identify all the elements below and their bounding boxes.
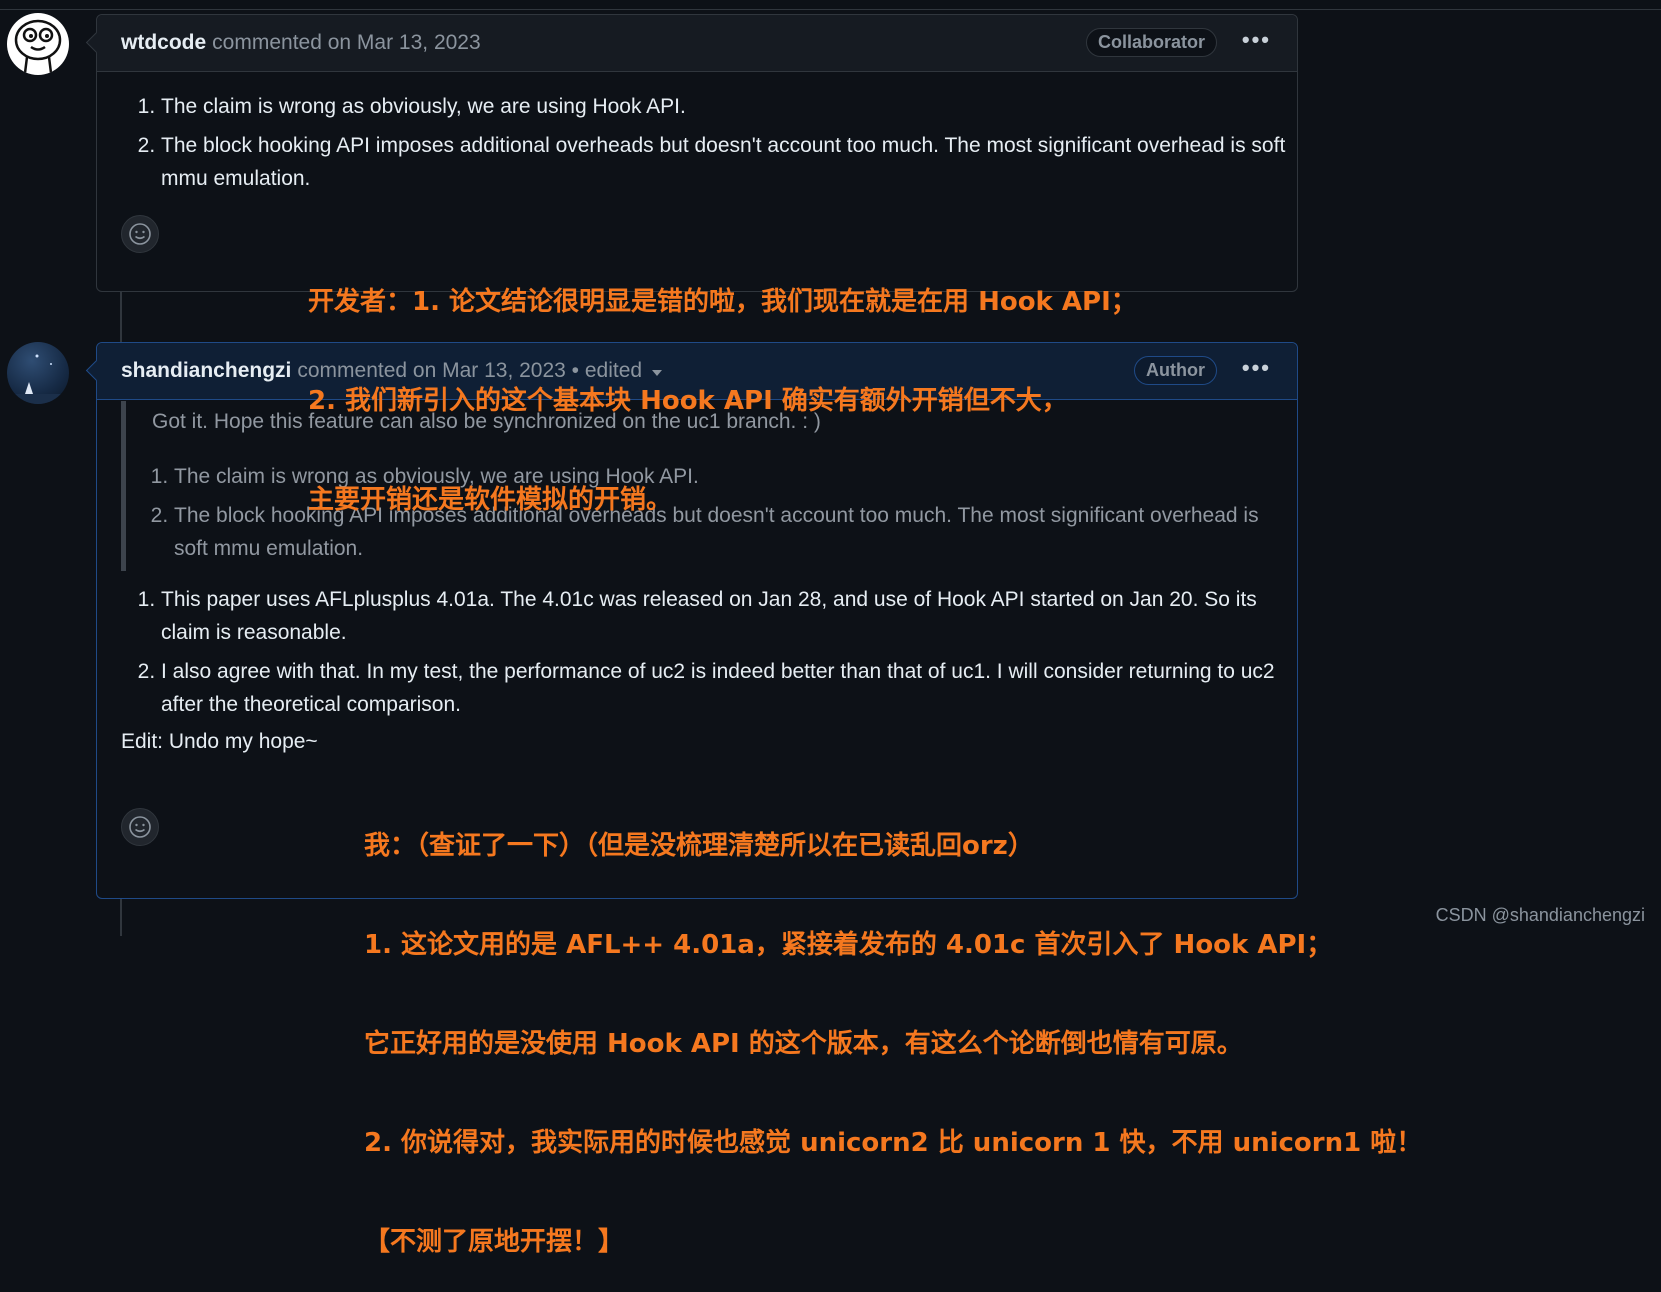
- timeline-connector: [120, 898, 122, 936]
- smiley-icon: [129, 223, 151, 245]
- role-badge: Author: [1134, 356, 1217, 385]
- add-reaction-button[interactable]: [121, 215, 159, 253]
- comment-header: wtdcode commented on Mar 13, 2023 Collab…: [97, 15, 1297, 72]
- avatar-wtdcode[interactable]: [7, 13, 69, 75]
- annotation-me: 我：（查证了一下）（但是没梳理清楚所以在已读乱回orz） 1. 这论文用的是 A…: [364, 764, 1422, 1292]
- annotation-line: 我：（查证了一下）（但是没梳理清楚所以在已读乱回orz）: [364, 831, 1034, 861]
- comment-meta[interactable]: commented on Mar 13, 2023: [212, 31, 481, 55]
- annotation-line: 2. 你说得对，我实际用的时候也感觉 unicorn2 比 unicorn 1 …: [364, 1128, 1423, 1158]
- comment-body-list: The claim is wrong as obviously, we are …: [121, 90, 1301, 201]
- edit-note: Edit: Undo my hope~: [121, 730, 318, 753]
- annotation-line: 【不测了原地开摆！】: [364, 1227, 625, 1257]
- watermark: CSDN @shandianchengzi: [1435, 905, 1645, 925]
- annotation-developer: 开发者：1. 论文结论很明显是错的啦，我们现在就是在用 Hook API； 2.…: [308, 220, 1137, 550]
- annotation-line: 1. 这论文用的是 AFL++ 4.01a，紧接着发布的 4.01c 首次引入了…: [364, 930, 1333, 960]
- top-divider: [0, 9, 1661, 10]
- annotation-line: 2. 我们新引入的这个基本块 Hook API 确实有额外开销但不大，: [308, 386, 1068, 416]
- annotation-line: 开发者：1. 论文结论很明显是错的啦，我们现在就是在用 Hook API；: [308, 287, 1137, 317]
- add-reaction-button[interactable]: [121, 808, 159, 846]
- list-item: This paper uses AFLplusplus 4.01a. The 4…: [161, 583, 1301, 649]
- list-item: I also agree with that. In my test, the …: [161, 655, 1301, 721]
- kebab-menu-icon[interactable]: •••: [1242, 357, 1271, 379]
- kebab-menu-icon[interactable]: •••: [1242, 29, 1271, 51]
- comment-author[interactable]: shandianchengzi: [121, 359, 291, 383]
- annotation-line: 主要开销还是软件模拟的开销。: [308, 485, 673, 515]
- timeline-connector: [120, 290, 122, 342]
- smiley-icon: [129, 816, 151, 838]
- avatar-night-scene-icon: [7, 354, 69, 404]
- comment-author[interactable]: wtdcode: [121, 31, 206, 55]
- list-item: The block hooking API imposes additional…: [161, 129, 1301, 195]
- avatar-face-icon: [14, 19, 62, 74]
- annotation-line: 它正好用的是没使用 Hook API 的这个版本，有这么个论断倒也情有可原。: [364, 1029, 1243, 1059]
- list-item: The claim is wrong as obviously, we are …: [161, 90, 1301, 123]
- avatar-shandianchengzi[interactable]: [7, 342, 69, 404]
- role-badge: Collaborator: [1085, 28, 1217, 57]
- comment-body-list: This paper uses AFLplusplus 4.01a. The 4…: [121, 583, 1301, 727]
